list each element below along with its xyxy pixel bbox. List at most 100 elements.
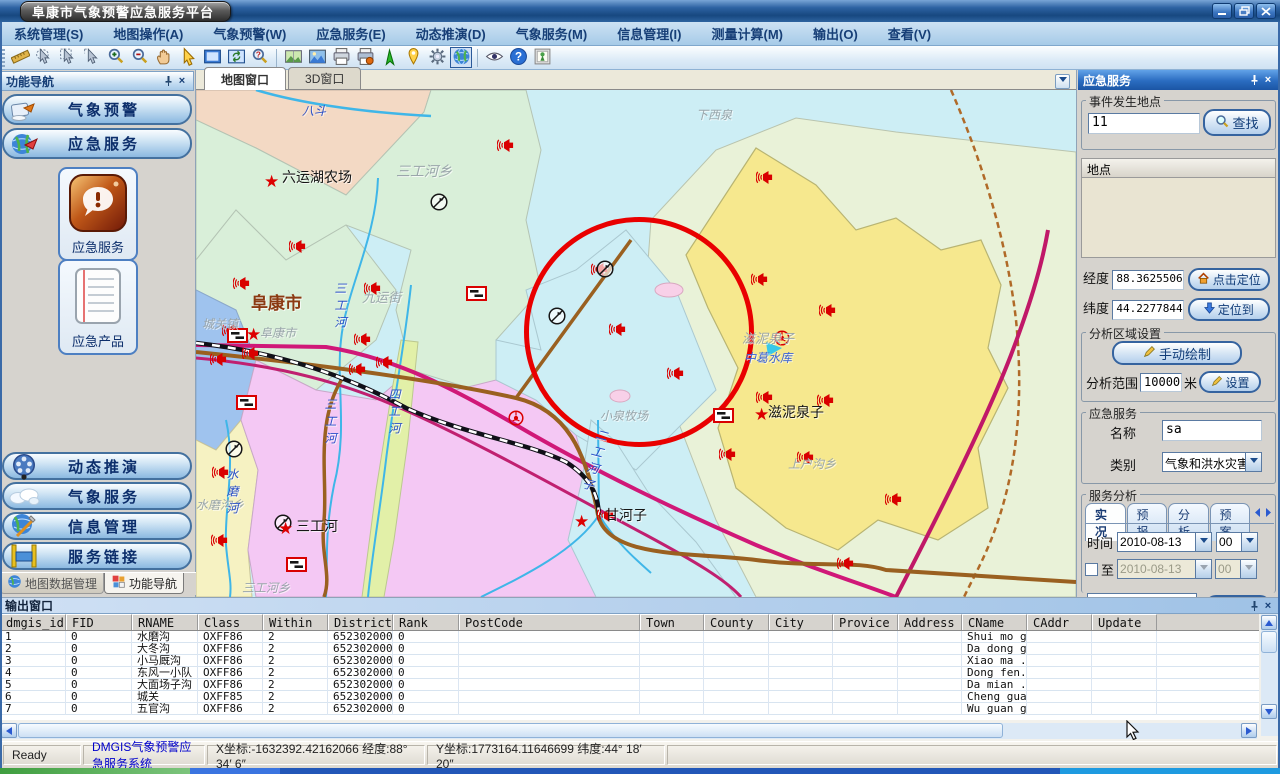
column-header-Update[interactable]: Update [1092, 614, 1157, 631]
minimize-button[interactable] [1212, 3, 1232, 19]
warning-speaker-icon[interactable] [233, 276, 250, 294]
scroll-thumb[interactable] [18, 723, 1003, 738]
table-horizontal-scrollbar[interactable] [1, 723, 1257, 739]
pin-icon[interactable] [1247, 599, 1261, 612]
toolbar-select-lasso[interactable] [33, 47, 55, 68]
taskbar-sliver[interactable] [0, 768, 1280, 774]
close-panel-icon[interactable]: × [175, 75, 189, 88]
warning-speaker-icon[interactable] [819, 303, 836, 321]
menu-item-5[interactable]: 动态推演(D) [416, 24, 486, 43]
table-row[interactable]: 30小马厩沟OXFF8626523020000Xiao ma ... [0, 655, 1259, 667]
toolbar-measure-ruler[interactable] [9, 47, 31, 68]
menu-item-6[interactable]: 气象服务(M) [516, 24, 588, 43]
longitude-input[interactable]: 88.36255061 [1112, 270, 1184, 290]
close-button[interactable] [1256, 3, 1276, 19]
town-star-icon[interactable]: ★ [754, 407, 769, 424]
column-header-dmgis_id[interactable]: dmgis_id [0, 614, 66, 631]
toolbar-export-image[interactable] [306, 47, 328, 68]
warning-speaker-icon[interactable] [376, 355, 393, 373]
table-row[interactable]: 60城关OXFF8526523020000Cheng guan [0, 691, 1259, 703]
town-star-icon[interactable]: ★ [574, 514, 589, 531]
toolbar-help[interactable]: ? [507, 47, 529, 68]
toolbar-zoom-in[interactable] [105, 47, 127, 68]
window-list-dropdown[interactable] [1055, 74, 1070, 89]
toolbar-print-setup[interactable] [354, 47, 376, 68]
column-header-County[interactable]: County [704, 614, 769, 631]
town-star-icon[interactable]: ★ [278, 521, 293, 538]
close-panel-icon[interactable]: × [1261, 74, 1275, 87]
column-header-CAddr[interactable]: CAddr [1027, 614, 1092, 631]
service-name-input[interactable]: sa [1162, 420, 1262, 441]
tab-scroll-right-icon[interactable] [1265, 506, 1272, 520]
panel-tab-地图数据管理[interactable]: 地图数据管理 [0, 573, 104, 594]
nav-button-气象预警[interactable]: 气象预警 [2, 94, 192, 125]
menu-item-3[interactable]: 气象预警(W) [213, 24, 286, 43]
warning-speaker-icon[interactable] [751, 272, 768, 290]
flag-sign-icon[interactable] [466, 286, 487, 304]
menu-item-1[interactable]: 系统管理(S) [14, 24, 83, 43]
warning-speaker-icon[interactable] [289, 239, 306, 257]
scroll-left-icon[interactable] [1, 723, 17, 738]
toolbar-eye-view[interactable] [483, 47, 505, 68]
column-header-Class[interactable]: Class [198, 614, 263, 631]
column-header-Provice[interactable]: Provice [833, 614, 898, 631]
find-button[interactable]: 查找 [1203, 109, 1271, 136]
locate-to-button[interactable]: 定位到 [1188, 298, 1270, 321]
toolbar-full-extent[interactable] [201, 47, 223, 68]
pin-icon[interactable] [161, 75, 175, 88]
warning-speaker-icon[interactable] [719, 447, 736, 465]
dropdown-arrow-icon[interactable] [1245, 452, 1262, 472]
date-select[interactable]: 2010-08-13 [1117, 532, 1212, 552]
service-type-select[interactable]: 气象和洪水灾害 [1162, 452, 1262, 472]
menu-item-8[interactable]: 测量计算(M) [712, 24, 784, 43]
nav-button-气象服务[interactable]: 气象服务 [2, 482, 192, 510]
click-locate-button[interactable]: 点击定位 [1188, 268, 1270, 291]
nav-button-应急服务[interactable]: 应急服务 [2, 128, 192, 159]
column-header-District[interactable]: District [328, 614, 393, 631]
column-header-FID[interactable]: FID [66, 614, 132, 631]
map-canvas[interactable]: ★★★★★八斗六运湖农场三工河乡下西泉九运街阜康市城关镇阜康市滋泥泉子中葛水库滋… [196, 90, 1076, 597]
latitude-input[interactable]: 44.22778446 [1112, 300, 1184, 320]
table-row[interactable]: 70五官沟OXFF8626523020000Wu guan gou [0, 703, 1259, 715]
column-header-Rank[interactable]: Rank [393, 614, 459, 631]
big-button-应急服务[interactable]: 应急服务 [58, 167, 138, 261]
map-tab-地图窗口[interactable]: 地图窗口 [204, 67, 286, 90]
scroll-down-icon[interactable] [1261, 704, 1277, 719]
toolbar-select-cursor[interactable] [81, 47, 103, 68]
toolbar-pan-hand[interactable] [153, 47, 175, 68]
menu-item-2[interactable]: 地图操作(A) [113, 24, 183, 43]
to-checkbox[interactable] [1085, 563, 1098, 576]
column-header-CName[interactable]: CName [962, 614, 1027, 631]
warning-speaker-icon[interactable] [211, 533, 228, 551]
toolbar-place-pin[interactable] [402, 47, 424, 68]
circle-sign-icon[interactable] [430, 193, 448, 214]
toolbar-pointer-arrow[interactable] [177, 47, 199, 68]
pin-icon[interactable] [1247, 74, 1261, 87]
nav-button-服务链接[interactable]: 服务链接 [2, 542, 192, 570]
town-star-icon[interactable]: ★ [246, 327, 261, 344]
table-row[interactable]: 20大冬沟OXFF8626523020000Da dong gou [0, 643, 1259, 655]
hour2-select[interactable]: 00 [1215, 559, 1257, 579]
table-row[interactable]: 10水磨沟OXFF8626523020000Shui mo gou [0, 631, 1259, 643]
panel-tab-功能导航[interactable]: 功能导航 [104, 573, 184, 594]
toolbar-refresh-view[interactable] [225, 47, 247, 68]
column-header-RNAME[interactable]: RNAME [132, 614, 198, 631]
column-header-City[interactable]: City [769, 614, 833, 631]
hour-select[interactable]: 00 [1216, 532, 1258, 552]
toolbar-picture-frame[interactable] [531, 47, 553, 68]
close-panel-icon[interactable]: × [1261, 599, 1275, 612]
manual-draw-button[interactable]: 手动绘制 [1112, 341, 1242, 365]
toolbar-zoom-out[interactable] [129, 47, 151, 68]
toolbar-identify[interactable]: ? [249, 47, 271, 68]
column-header-Within[interactable]: Within [263, 614, 328, 631]
warning-speaker-icon[interactable] [354, 332, 371, 350]
tab-scroll-left-icon[interactable] [1254, 506, 1261, 520]
toolbar-print[interactable] [330, 47, 352, 68]
nav-button-动态推演[interactable]: 动态推演 [2, 452, 192, 480]
menu-item-9[interactable]: 输出(O) [813, 24, 858, 43]
flag-sign-icon[interactable] [236, 395, 257, 413]
toolbar-settings-gear[interactable] [426, 47, 448, 68]
column-header-PostCode[interactable]: PostCode [459, 614, 640, 631]
nav-button-信息管理[interactable]: 信息管理 [2, 512, 192, 540]
toolbar-globe-selected[interactable] [450, 47, 472, 68]
